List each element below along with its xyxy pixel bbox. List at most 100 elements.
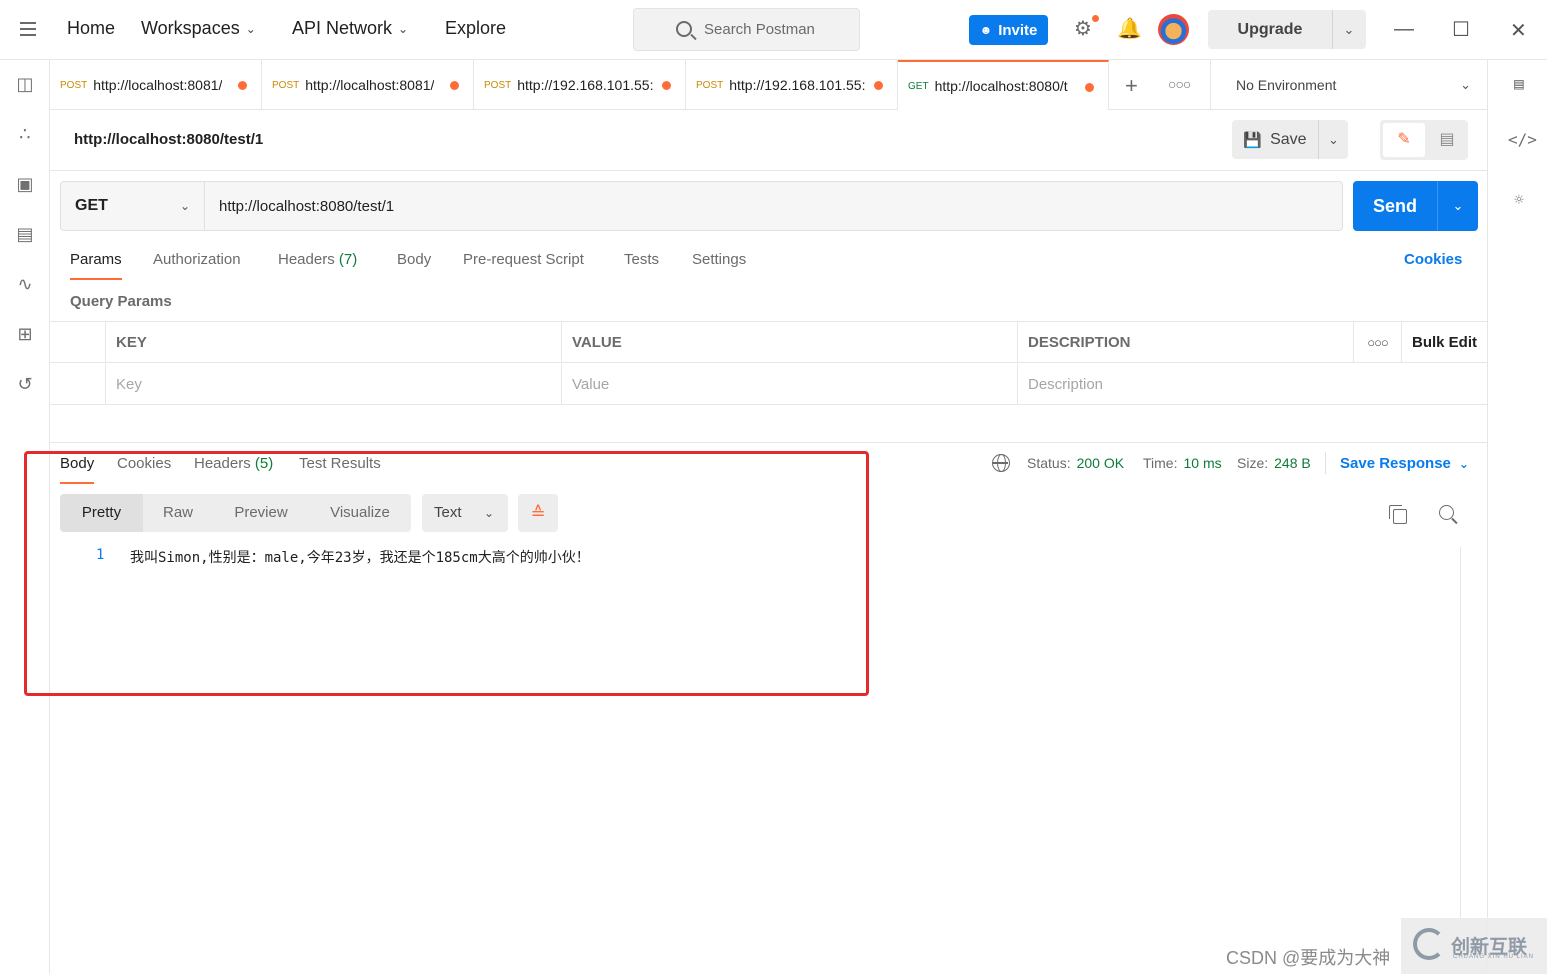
more-tabs-icon[interactable]: ○○○ [1168, 76, 1191, 92]
monitors-icon[interactable]: ∿ [14, 273, 36, 295]
globe-icon[interactable] [992, 454, 1010, 472]
column-description: DESCRIPTION [1017, 322, 1353, 363]
tab-pre-request-script[interactable]: Pre-request Script [463, 251, 584, 268]
table-header-row: KEY VALUE DESCRIPTION ○○○ Bulk Edit [50, 322, 1487, 363]
save-button[interactable]: 💾 Save ⌄ [1232, 120, 1348, 159]
chevron-down-icon: ⌄ [1460, 77, 1471, 92]
scrollbar[interactable] [1460, 547, 1461, 919]
param-value-input[interactable]: Value [561, 364, 1017, 405]
notification-dot [1092, 15, 1099, 22]
upgrade-button[interactable]: Upgrade ⌄ [1208, 10, 1366, 49]
history-icon[interactable]: ↺ [14, 373, 36, 395]
chevron-down-icon: ⌄ [483, 506, 494, 520]
line-number: 1 [96, 547, 105, 563]
method-select[interactable]: GET ⌄ [60, 181, 205, 231]
view-mode-group: Pretty Raw Preview Visualize [60, 494, 411, 532]
param-key-input[interactable]: Key [105, 364, 561, 405]
more-options-icon[interactable]: ○○○ [1353, 322, 1401, 363]
response-size[interactable]: Size: 248 B [1237, 455, 1311, 471]
nav-explore[interactable]: Explore [445, 18, 506, 39]
view-visualize[interactable]: Visualize [309, 494, 411, 532]
avatar[interactable] [1158, 14, 1189, 45]
unsaved-dot [662, 81, 671, 90]
chevron-down-icon: ⌄ [245, 21, 256, 36]
brand-watermark: 创新互联 CHUANG XIN HU LIAN [1401, 918, 1547, 974]
settings-icon[interactable]: ⚙ [1072, 18, 1094, 40]
chevron-down-icon[interactable]: ⌄ [1319, 120, 1348, 159]
column-value: VALUE [561, 322, 1017, 363]
environments-icon[interactable]: ▣ [14, 173, 36, 195]
maximize-icon[interactable]: ☐ [1452, 17, 1470, 42]
minimize-icon[interactable]: — [1394, 18, 1414, 41]
left-sidebar: ◫ ∴ ▣ ▤ ∿ ⊞ ↺ [0, 60, 50, 974]
response-tab-body[interactable]: Body [60, 455, 95, 484]
view-preview[interactable]: Preview [213, 494, 309, 532]
tab-authorization[interactable]: Authorization [153, 251, 241, 268]
nav-api-network[interactable]: API Network ⌄ [292, 18, 408, 39]
request-tab[interactable]: POST http://192.168.101.55: [686, 60, 898, 110]
chevron-down-icon: ⌄ [1458, 456, 1469, 471]
collections-icon[interactable]: ◫ [14, 73, 36, 95]
highlight-box [24, 451, 869, 696]
tab-headers[interactable]: Headers (7) [278, 251, 357, 268]
code-icon[interactable]: </> [1508, 129, 1537, 151]
environment-select[interactable]: No Environment ⌄ [1210, 60, 1487, 110]
send-button[interactable]: Send ⌄ [1353, 181, 1478, 231]
response-tab-headers[interactable]: Headers (5) [194, 455, 273, 472]
new-tab-icon[interactable]: + [1125, 73, 1138, 99]
view-raw[interactable]: Raw [143, 494, 213, 532]
request-title[interactable]: http://localhost:8080/test/1 [74, 131, 263, 148]
mock-servers-icon[interactable]: ▤ [14, 223, 36, 245]
lightbulb-icon[interactable]: ☼ [1508, 189, 1530, 211]
save-response-button[interactable]: Save Response ⌄ [1340, 455, 1469, 472]
tab-body[interactable]: Body [397, 251, 431, 268]
view-pretty[interactable]: Pretty [60, 494, 143, 532]
param-description-input[interactable]: Description [1017, 364, 1487, 405]
bulk-edit-button[interactable]: Bulk Edit [1412, 322, 1477, 363]
environment-quick-look-icon[interactable]: ▤ [1508, 73, 1530, 95]
chevron-down-icon: ⌄ [398, 21, 409, 36]
apis-icon[interactable]: ∴ [14, 123, 36, 145]
bell-icon[interactable]: 🔔 [1117, 18, 1142, 40]
add-user-icon: ☻ [979, 23, 993, 37]
tab-tests[interactable]: Tests [624, 251, 659, 268]
copy-icon[interactable] [1388, 504, 1408, 524]
unsaved-dot [874, 81, 883, 90]
request-tab-active[interactable]: GET http://localhost:8080/t [898, 60, 1109, 110]
search-input[interactable]: Search Postman [633, 8, 860, 51]
request-tab[interactable]: POST http://localhost:8081/ [50, 60, 262, 110]
pencil-icon[interactable]: ✎ [1383, 123, 1425, 157]
unsaved-dot [450, 81, 459, 90]
wrap-lines-icon[interactable]: ≙ [518, 494, 558, 532]
invite-button[interactable]: ☻ Invite [969, 15, 1048, 45]
search-icon[interactable] [1438, 504, 1458, 524]
save-icon: 💾 [1243, 131, 1263, 149]
brand-logo-icon [1413, 928, 1445, 960]
search-icon [676, 21, 692, 37]
nav-workspaces[interactable]: Workspaces ⌄ [141, 18, 256, 39]
format-select[interactable]: Text ⌄ [422, 494, 508, 532]
response-time[interactable]: Time: 10 ms [1143, 455, 1222, 471]
nav-home[interactable]: Home [67, 18, 115, 39]
response-tab-cookies[interactable]: Cookies [117, 455, 171, 472]
comment-icon[interactable]: ▤ [1426, 123, 1468, 157]
status-badge[interactable]: Status: 200 OK [1027, 455, 1124, 471]
chevron-down-icon[interactable]: ⌄ [1332, 10, 1366, 49]
cookies-link[interactable]: Cookies [1404, 251, 1462, 268]
query-params-title: Query Params [70, 293, 172, 310]
right-sidebar: ▤ </> ☼ [1487, 60, 1547, 974]
tab-settings[interactable]: Settings [692, 251, 746, 268]
response-body-line: 1 我叫Simon,性别是：male,今年23岁，我还是个185cm大高个的帅小… [96, 547, 590, 567]
chevron-down-icon[interactable]: ⌄ [1438, 181, 1478, 231]
url-input[interactable] [205, 181, 1343, 231]
tab-params[interactable]: Params [70, 251, 122, 280]
response-tab-test-results[interactable]: Test Results [299, 455, 381, 472]
chevron-down-icon: ⌄ [179, 199, 190, 213]
close-icon[interactable]: ✕ [1510, 18, 1527, 43]
table-row: Key Value Description [50, 364, 1487, 405]
menu-icon[interactable] [20, 22, 36, 36]
request-tab[interactable]: POST http://192.168.101.55: [474, 60, 686, 110]
request-tab[interactable]: POST http://localhost:8081/ [262, 60, 474, 110]
response-body-text: 我叫Simon,性别是：male,今年23岁，我还是个185cm大高个的帅小伙！ [130, 550, 590, 566]
flows-icon[interactable]: ⊞ [14, 323, 36, 345]
